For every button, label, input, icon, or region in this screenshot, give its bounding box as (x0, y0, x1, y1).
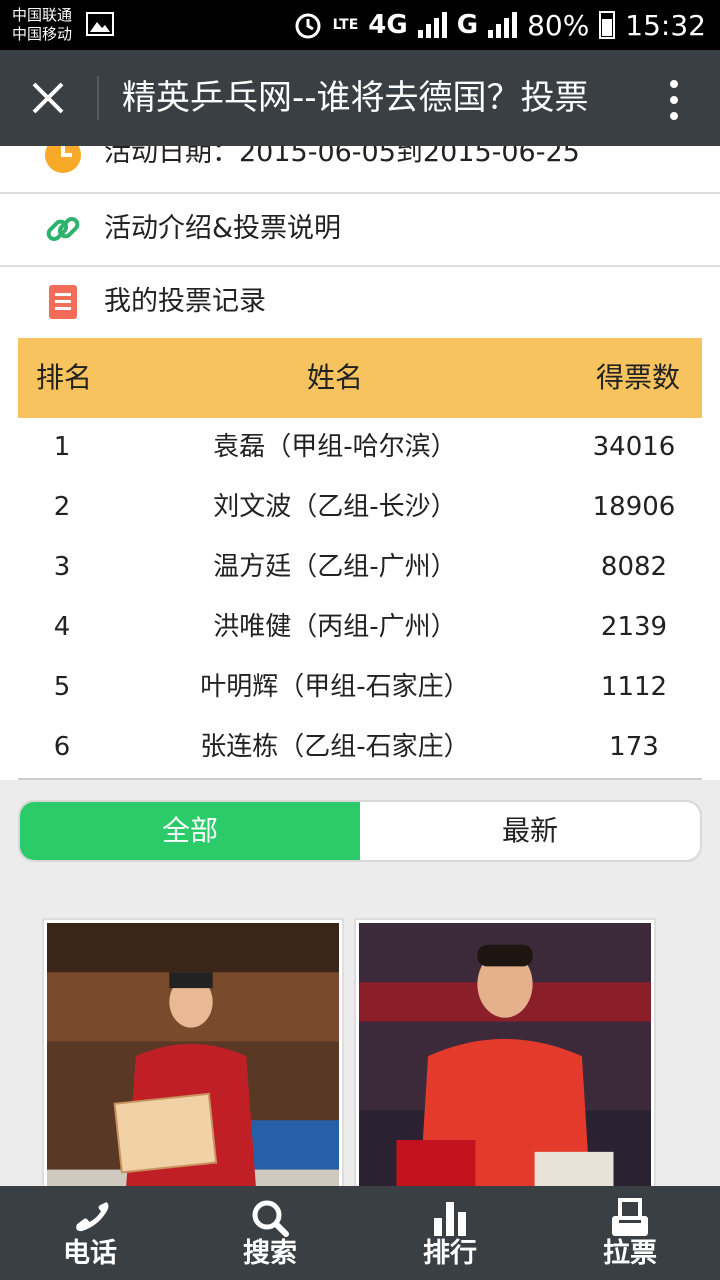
phone-icon (76, 1202, 109, 1232)
network-g: G (456, 10, 479, 40)
row-votes: 18906 (592, 492, 676, 522)
nav-ranking[interactable]: 排行 (360, 1186, 540, 1280)
table-row: 5 叶明辉（甲组-石家庄） 1112 (18, 657, 702, 717)
table-row: 3 温方廷（乙组-广州） 8082 (18, 537, 702, 597)
status-indicators: LTE 4G G 80% 15:32 (293, 0, 706, 50)
row-votes: 2139 (600, 612, 668, 642)
row-name: 叶明辉（甲组-石家庄） (200, 672, 470, 702)
list-icon (49, 285, 77, 319)
row-rank: 3 (53, 552, 71, 582)
menu-label-my-votes: 我的投票记录 (104, 286, 266, 317)
ranking-table: 排名 姓名 得票数 1 袁磊（甲组-哈尔滨） 34016 2 刘文波（乙组-长沙… (0, 337, 720, 780)
title-divider (97, 76, 99, 120)
row-votes: 173 (609, 732, 659, 762)
table-row: 6 张连栋（乙组-石家庄） 173 (18, 717, 702, 777)
row-name: 刘文波（乙组-长沙） (213, 492, 457, 522)
menu-item-activity-date[interactable]: 活动日期：2015-06-05到2015-06-25 (0, 146, 720, 194)
more-options-button[interactable] (670, 80, 680, 120)
image-notification-icon (86, 12, 114, 36)
nav-phone[interactable]: 电话 (0, 1186, 180, 1280)
tab-latest[interactable]: 最新 (360, 802, 700, 860)
more-dot-icon (670, 80, 678, 88)
battery-icon (599, 11, 616, 39)
table-row: 4 洪唯健（丙组-广州） 2139 (18, 597, 702, 657)
candidate-card[interactable] (42, 918, 344, 1218)
menu-label-date: 活动日期：2015-06-05到2015-06-25 (104, 146, 580, 168)
clock-icon (45, 146, 81, 173)
table-bottom-divider (18, 778, 702, 780)
ballot-box-icon (612, 1198, 648, 1236)
filter-tabs: 全部 最新 (18, 800, 702, 862)
table-row: 1 袁磊（甲组-哈尔滨） 34016 (18, 417, 702, 477)
row-rank: 6 (53, 732, 71, 762)
carrier-names: 中国联通 中国移动 (12, 6, 72, 44)
alarm-icon (295, 13, 321, 39)
page-title: 精英乒乓网--谁将去德国？投票 (122, 78, 589, 118)
header-rank: 排名 (35, 361, 92, 394)
status-bar: 中国联通 中国移动 LTE 4G G 80% 15:32 (0, 0, 720, 50)
carrier-1: 中国联通 (12, 6, 73, 24)
row-votes: 1112 (600, 672, 668, 702)
signal-1-icon (417, 12, 447, 38)
ranking-header: 排名 姓名 得票数 (18, 338, 702, 418)
bar-chart-icon (434, 1202, 466, 1236)
row-name: 张连栋（乙组-石家庄） (200, 732, 470, 762)
carrier-2: 中国移动 (12, 25, 73, 43)
close-button[interactable] (26, 78, 70, 118)
menu-item-introduction[interactable]: 活动介绍&投票说明 (0, 194, 720, 267)
nav-label-canvass: 拉票 (603, 1238, 657, 1269)
close-icon (32, 82, 64, 114)
row-name: 袁磊（甲组-哈尔滨） (213, 432, 457, 462)
row-name: 洪唯健（丙组-广州） (213, 612, 457, 642)
row-votes: 34016 (592, 432, 676, 462)
nav-label-ranking: 排行 (423, 1238, 477, 1269)
row-rank: 2 (53, 492, 71, 522)
signal-2-icon (488, 12, 518, 38)
nav-canvass[interactable]: 拉票 (540, 1186, 720, 1280)
header-name: 姓名 (306, 361, 363, 394)
title-bar: 精英乒乓网--谁将去德国？投票 (0, 50, 720, 146)
row-rank: 1 (53, 432, 71, 462)
more-dot-icon (670, 112, 678, 120)
row-name: 温方廷（乙组-广州） (213, 552, 457, 582)
candidate-photo (47, 923, 339, 1216)
row-votes: 8082 (600, 552, 668, 582)
search-icon (252, 1200, 289, 1237)
nav-label-search: 搜索 (243, 1238, 297, 1269)
link-icon (46, 216, 80, 242)
header-votes: 得票数 (595, 361, 680, 394)
candidate-photo (359, 923, 651, 1216)
more-dot-icon (670, 96, 678, 104)
activity-menu: 活动日期：2015-06-05到2015-06-25 活动介绍&投票说明 我的投… (0, 146, 720, 340)
clock-time: 15:32 (625, 8, 706, 42)
candidate-card[interactable] (354, 918, 656, 1218)
tab-all[interactable]: 全部 (20, 802, 360, 860)
menu-label-introduction: 活动介绍&投票说明 (104, 213, 342, 244)
battery-percent: 80% (527, 8, 590, 42)
network-lte: LTE (332, 17, 359, 33)
bottom-navigation: 电话 搜索 排行 拉票 (0, 1186, 720, 1280)
nav-label-phone: 电话 (63, 1238, 117, 1269)
table-row: 2 刘文波（乙组-长沙） 18906 (18, 477, 702, 537)
nav-search[interactable]: 搜索 (180, 1186, 360, 1280)
row-rank: 4 (53, 612, 71, 642)
row-rank: 5 (53, 672, 71, 702)
menu-item-my-votes[interactable]: 我的投票记录 (0, 267, 720, 340)
network-4g: 4G (368, 10, 408, 40)
